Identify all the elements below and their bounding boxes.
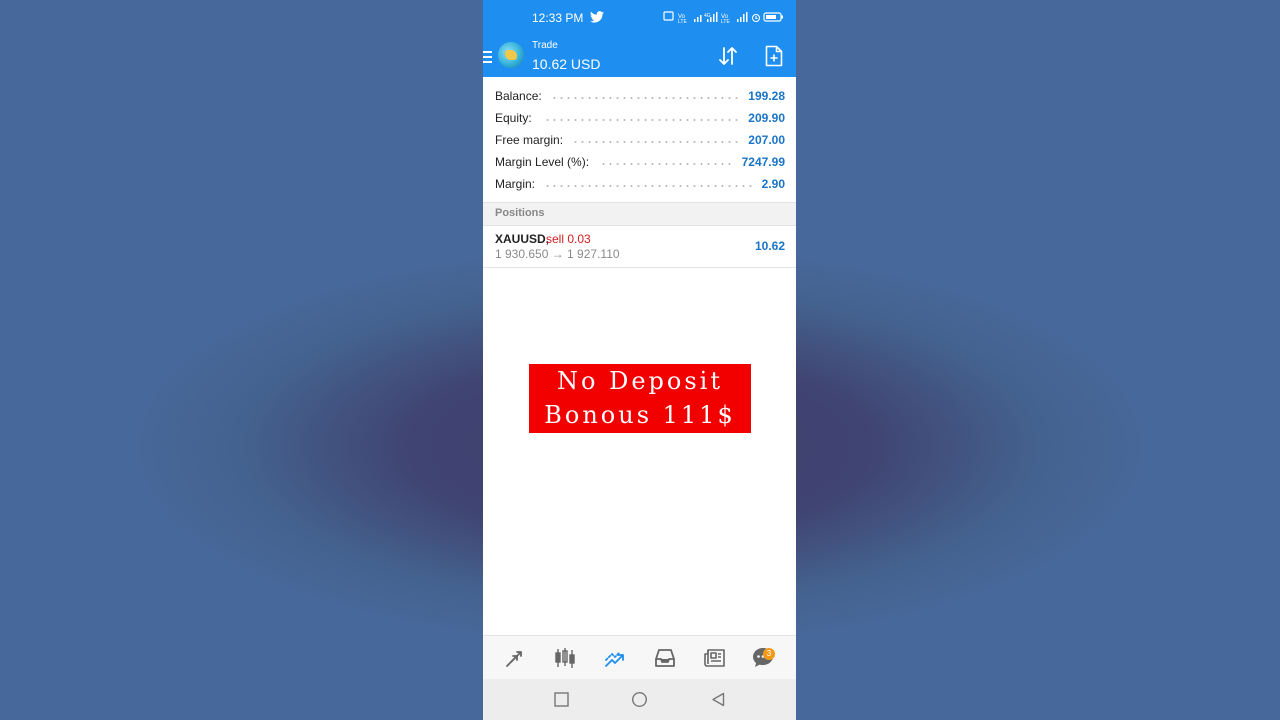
history-icon[interactable] (653, 646, 677, 670)
account-summary: Balance: 199.28 Equity: 209.90 Free marg… (483, 85, 796, 195)
margin-level-row: Margin Level (%): 7247.99 (483, 151, 796, 173)
equity-row: Equity: 209.90 (483, 107, 796, 129)
status-bar: 12:33 PM Vo LTE 4G Vo LTE (483, 0, 796, 36)
twitter-icon (590, 11, 604, 23)
quotes-icon[interactable] (503, 646, 527, 670)
bottom-navigation: 3 (483, 635, 796, 680)
svg-text:4G: 4G (704, 13, 711, 19)
recents-icon[interactable] (553, 691, 570, 708)
margin-row: Margin: 2.90 (483, 173, 796, 195)
app-logo (498, 42, 524, 68)
news-icon[interactable] (703, 646, 727, 670)
positions-title: Positions (495, 207, 545, 219)
home-icon[interactable] (631, 691, 648, 708)
position-side: sell 0.03 (546, 232, 591, 246)
status-time: 12:33 PM (532, 11, 584, 25)
signal-icon (737, 12, 748, 22)
menu-icon[interactable] (483, 51, 492, 63)
trade-icon[interactable] (603, 646, 627, 670)
cast-icon (663, 11, 674, 21)
position-symbol: XAUUSD, (495, 232, 550, 246)
equity-value: 209.90 (738, 111, 785, 125)
margin-level-label: Margin Level (%): (495, 155, 600, 169)
system-navigation-bar (483, 679, 796, 720)
app-header: Trade 10.62 USD (483, 36, 796, 77)
promo-line-2: Bonous 111$ (544, 401, 736, 429)
promo-banner: No Deposit Bonous 111$ (529, 364, 751, 433)
balance-row: Balance: 199.28 (483, 85, 796, 107)
alarm-icon (751, 13, 761, 23)
screen-title: Trade (532, 40, 558, 51)
free-margin-row: Free margin: 207.00 (483, 129, 796, 151)
position-prices: 1 930.650 → 1 927.110 (495, 247, 620, 261)
chart-icon[interactable] (553, 646, 577, 670)
promo-line-1: No Deposit (557, 367, 723, 395)
svg-text:LTE: LTE (721, 19, 730, 24)
margin-level-value: 7247.99 (731, 155, 785, 169)
free-margin-value: 207.00 (738, 133, 785, 147)
balance-label: Balance: (495, 89, 552, 103)
balance-value: 199.28 (738, 89, 785, 103)
margin-label: Margin: (495, 177, 546, 191)
signal-icon (694, 15, 702, 22)
equity-label: Equity: (495, 111, 542, 125)
margin-value: 2.90 (751, 177, 785, 191)
chat-badge: 3 (763, 648, 775, 660)
new-order-icon[interactable] (765, 45, 783, 67)
back-icon[interactable] (710, 691, 727, 708)
position-row[interactable]: XAUUSD, sell 0.03 1 930.650 → 1 927.110 … (483, 225, 796, 268)
positions-header: Positions (483, 202, 796, 226)
phone-screen: 12:33 PM Vo LTE 4G Vo LTE Trade 10.62 US… (483, 0, 796, 720)
free-margin-label: Free margin: (495, 133, 574, 147)
battery-icon (763, 12, 783, 22)
position-profit: 10.62 (754, 239, 785, 253)
sort-icon[interactable] (717, 45, 739, 67)
status-icons: Vo LTE 4G Vo LTE (663, 11, 783, 24)
svg-text:LTE: LTE (678, 19, 687, 24)
header-balance: 10.62 USD (532, 56, 601, 72)
